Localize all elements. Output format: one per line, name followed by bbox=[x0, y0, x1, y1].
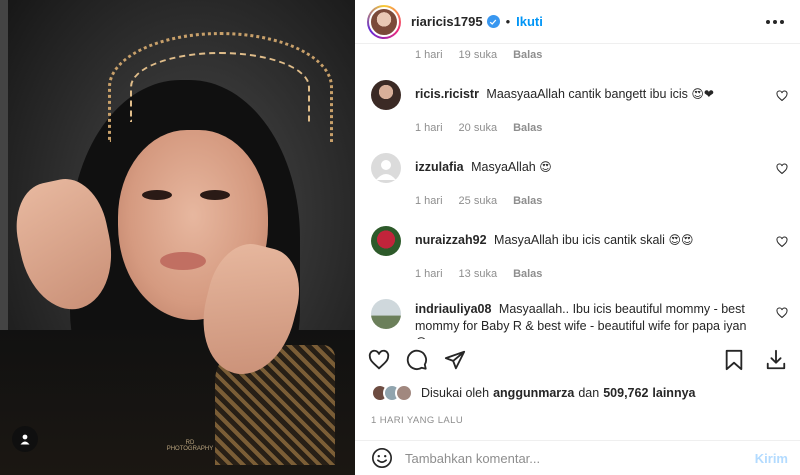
comment-meta: 1 hari 13 suka Balas bbox=[355, 268, 800, 280]
comment-emoji: 😍 bbox=[539, 160, 552, 174]
likes-summary: Disukai oleh anggunmarza dan 509,762 lai… bbox=[371, 384, 699, 402]
commenter-avatar[interactable] bbox=[371, 80, 401, 110]
bookmark-icon bbox=[725, 349, 743, 371]
likes-joiner: dan bbox=[578, 386, 600, 400]
comment-item: nuraizzah92 MasyaAllah ibu icis cantik s… bbox=[355, 226, 800, 256]
user-tag-icon bbox=[20, 434, 30, 445]
comment-input[interactable] bbox=[405, 450, 755, 466]
comment-likes[interactable]: 20 suka bbox=[459, 122, 498, 134]
add-comment-bar: Kirim bbox=[355, 440, 800, 475]
reply-button[interactable]: Balas bbox=[513, 122, 542, 134]
post-panel: riaricis1795 • Ikuti 1 hari 19 suka Bala… bbox=[355, 0, 800, 475]
verified-icon bbox=[486, 15, 500, 28]
likes-suffix[interactable]: lainnya bbox=[652, 386, 695, 400]
heart-icon bbox=[368, 349, 390, 370]
heart-icon[interactable] bbox=[776, 307, 788, 319]
photo-lips bbox=[160, 252, 206, 270]
comment-meta: 1 hari 20 suka Balas bbox=[355, 122, 800, 134]
download-button[interactable] bbox=[764, 348, 788, 372]
post-timestamp: 1 HARI YANG LALU bbox=[371, 415, 464, 426]
commenter-username[interactable]: indriauliya08 bbox=[415, 302, 491, 316]
comment-likes[interactable]: 13 suka bbox=[459, 268, 498, 280]
photo-crown-inner bbox=[130, 52, 310, 122]
heart-icon[interactable] bbox=[776, 163, 788, 175]
photo-eye-left bbox=[142, 190, 172, 200]
author-username[interactable]: riaricis1795 bbox=[411, 14, 483, 29]
emoji-icon[interactable] bbox=[371, 447, 393, 469]
comment-button[interactable] bbox=[405, 348, 429, 372]
comment-emoji: 😍❤ bbox=[415, 336, 438, 339]
commenter-avatar[interactable] bbox=[371, 299, 401, 329]
comment-text: MaasyaaAllah cantik bangett ibu icis bbox=[486, 87, 688, 101]
comments-list[interactable]: 1 hari 19 suka Balas ricis.ricistr Maasy… bbox=[355, 44, 800, 339]
reply-button[interactable]: Balas bbox=[513, 49, 542, 61]
comment-time: 1 hari bbox=[415, 122, 443, 134]
like-button[interactable] bbox=[367, 348, 391, 372]
comment-item: ricis.ricistr MaasyaaAllah cantik banget… bbox=[355, 80, 800, 110]
comment-time: 1 hari bbox=[415, 195, 443, 207]
post-header: riaricis1795 • Ikuti bbox=[355, 0, 800, 44]
commenter-username[interactable]: ricis.ricistr bbox=[415, 87, 479, 101]
reply-button[interactable]: Balas bbox=[513, 268, 542, 280]
more-icon[interactable] bbox=[762, 16, 788, 28]
comment-emoji: 😍❤ bbox=[691, 87, 714, 101]
post-actions bbox=[355, 340, 800, 380]
follow-button[interactable]: Ikuti bbox=[516, 14, 543, 29]
photo-eye-right bbox=[200, 190, 230, 200]
share-button[interactable] bbox=[443, 348, 467, 372]
comment-emoji: 😍😍 bbox=[668, 233, 694, 247]
photo-watermark: RD PHOTOGRAPHY bbox=[166, 440, 214, 452]
comment-likes[interactable]: 19 suka bbox=[459, 49, 498, 61]
commenter-username[interactable]: nuraizzah92 bbox=[415, 233, 487, 247]
likes-count[interactable]: 509,762 bbox=[603, 386, 648, 400]
commenter-avatar[interactable] bbox=[371, 153, 401, 183]
commenter-username[interactable]: izzulafia bbox=[415, 160, 464, 174]
comment-meta: 1 hari 19 suka Balas bbox=[355, 49, 800, 61]
reply-button[interactable]: Balas bbox=[513, 195, 542, 207]
user-tag-button[interactable] bbox=[12, 426, 38, 452]
post-comment-button[interactable]: Kirim bbox=[755, 451, 788, 466]
likes-prefix: Disukai oleh bbox=[421, 386, 490, 400]
post-photo[interactable]: RD PHOTOGRAPHY bbox=[0, 0, 355, 475]
comment-text: MasyaAllah bbox=[471, 160, 536, 174]
author-avatar[interactable] bbox=[367, 4, 401, 39]
comment-time: 1 hari bbox=[415, 268, 443, 280]
heart-icon[interactable] bbox=[776, 236, 788, 248]
commenter-avatar[interactable] bbox=[371, 226, 401, 256]
header-separator: • bbox=[505, 14, 511, 29]
liker-avatars[interactable] bbox=[371, 384, 413, 402]
heart-icon[interactable] bbox=[776, 90, 788, 102]
save-button[interactable] bbox=[722, 348, 746, 372]
comment-meta: 1 hari 25 suka Balas bbox=[355, 195, 800, 207]
comment-likes[interactable]: 25 suka bbox=[459, 195, 498, 207]
comment-time: 1 hari bbox=[415, 49, 443, 61]
share-icon bbox=[444, 350, 466, 370]
comment-icon bbox=[406, 349, 427, 370]
comment-text: MasyaAllah ibu icis cantik skali bbox=[494, 233, 665, 247]
comment-item: indriauliya08 Masyaallah.. Ibu icis beau… bbox=[355, 299, 800, 339]
likes-user[interactable]: anggunmarza bbox=[493, 386, 574, 400]
comment-item: izzulafia MasyaAllah 😍 bbox=[355, 153, 800, 183]
download-icon bbox=[766, 349, 786, 370]
